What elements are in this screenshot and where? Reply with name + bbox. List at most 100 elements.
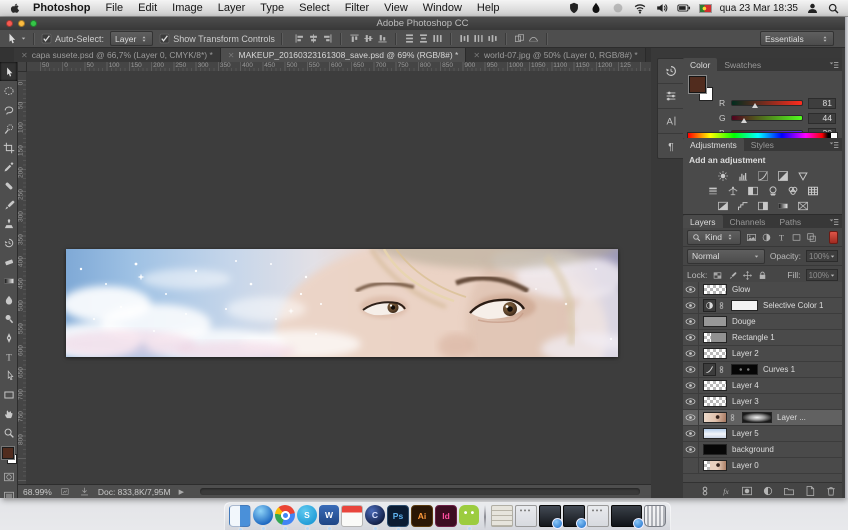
layer-effects-button[interactable]: fx (720, 485, 732, 497)
layer-row[interactable]: Layer 2 (683, 346, 842, 362)
close-tab-icon[interactable]: ✕ (21, 51, 28, 60)
hue-saturation-button[interactable] (706, 184, 720, 197)
adjustments-tab-styles[interactable]: Styles (744, 138, 781, 151)
apple-icon[interactable] (8, 2, 21, 15)
screen-mode-button[interactable] (0, 486, 17, 505)
opacity-value-box[interactable]: 100% (806, 250, 838, 262)
filter-type-icon[interactable]: T (776, 232, 787, 243)
layer-thumbnail-face-checker[interactable] (703, 460, 727, 471)
channel-mixer-button[interactable] (786, 184, 800, 197)
panel-menu-icon[interactable] (829, 218, 839, 228)
black-white-button[interactable] (746, 184, 760, 197)
layer-thumbnail-clouds[interactable] (703, 428, 727, 439)
layer-thumbnail-mask-gradient[interactable] (742, 412, 772, 423)
dock-item-minimized-window-2[interactable] (539, 505, 561, 527)
ink-drop-icon[interactable] (589, 1, 603, 15)
menu-item-type[interactable]: Type (260, 2, 284, 14)
lock-all-icon[interactable] (757, 270, 768, 281)
menubar-clock[interactable]: qua 23 Mar 18:35 (720, 3, 798, 14)
character-panel-button[interactable]: A (658, 109, 684, 134)
layer-name[interactable]: Rectangle 1 (732, 333, 775, 342)
marquee-tool-button[interactable] (0, 81, 17, 100)
layer-name[interactable]: Glow (732, 285, 750, 294)
status-flyout-arrow-icon[interactable]: ▶ (179, 488, 184, 496)
dimmed-app-icon[interactable] (611, 1, 625, 15)
quick-mask-button[interactable] (0, 467, 17, 486)
spotlight-icon[interactable] (827, 2, 840, 15)
align-left-icon[interactable] (294, 33, 305, 44)
dock-item-minimized-window-1[interactable] (515, 505, 537, 527)
color-lookup-button[interactable] (806, 184, 820, 197)
menu-item-help[interactable]: Help (477, 2, 500, 14)
distribute-middle-icon[interactable] (418, 33, 429, 44)
quick-selection-tool-button[interactable] (0, 119, 17, 138)
align-bottom-icon[interactable] (377, 33, 388, 44)
posterize-button[interactable] (736, 199, 750, 212)
apple-icon[interactable] (8, 2, 21, 15)
layer-row[interactable]: Layer ... (683, 410, 842, 426)
paragraph-panel-button[interactable]: ¶ (658, 134, 684, 158)
distribute-left-icon[interactable] (459, 33, 470, 44)
layer-thumbnail-solid-gray[interactable] (703, 316, 727, 327)
slider-thumb[interactable] (741, 118, 747, 123)
layer-thumbnail-mask-black[interactable] (731, 364, 758, 375)
filter-shape-icon[interactable] (791, 232, 802, 243)
document-tab[interactable]: ✕world-07.jpg @ 50% (Layer 0, RGB/8#) * (466, 48, 645, 62)
badge-adjustment-thumbnail[interactable] (703, 299, 716, 312)
color-tab-swatches[interactable]: Swatches (717, 58, 768, 71)
filter-smart-icon[interactable] (806, 232, 817, 243)
dock-item-minimized-window-4[interactable] (587, 505, 609, 527)
auto-select-scope-dropdown[interactable]: Layer (110, 31, 153, 46)
blend-mode-dropdown[interactable]: Normal (687, 249, 765, 264)
dock-item-minimized-window-5[interactable] (611, 505, 642, 527)
layer-visibility-toggle[interactable] (683, 394, 699, 409)
distribute-right-icon[interactable] (487, 33, 498, 44)
foreground-color-swatch[interactable] (2, 447, 14, 459)
dock-item-cinema-4d[interactable]: C (365, 505, 385, 525)
layer-group-button[interactable] (783, 485, 795, 497)
layer-name[interactable]: Layer ... (777, 413, 806, 422)
volume-icon[interactable] (655, 1, 669, 15)
filter-toggle-switch[interactable] (829, 231, 838, 244)
layer-name[interactable]: Layer 2 (732, 349, 759, 358)
layer-visibility-toggle[interactable] (683, 378, 699, 393)
layers-tab-channels[interactable]: Channels (723, 215, 773, 228)
auto-select-checkbox[interactable]: Auto-Select: (41, 33, 104, 44)
layer-row[interactable]: Layer 0 (683, 458, 842, 474)
layer-thumbnail-checker-gray[interactable] (703, 332, 727, 343)
blur-tool-button[interactable] (0, 290, 17, 309)
layer-visibility-toggle[interactable] (683, 410, 699, 425)
dock-item-safari[interactable] (253, 505, 273, 525)
history-panel-button[interactable] (658, 59, 684, 84)
badge-curves-thumbnail[interactable] (703, 363, 716, 376)
document-tab[interactable]: ✕MAKEUP_20160323161308_save.psd @ 69% (R… (221, 48, 467, 62)
dock-item-trash[interactable] (644, 505, 666, 527)
layer-row[interactable]: Layer 5 (683, 426, 842, 442)
pen-tool-button[interactable] (0, 328, 17, 347)
menu-item-image[interactable]: Image (172, 2, 203, 14)
dock-item-finder[interactable] (229, 505, 251, 527)
zoom-level[interactable]: 68.99% (23, 487, 52, 497)
layers-tab-paths[interactable]: Paths (772, 215, 808, 228)
workspace-switcher[interactable]: Essentials (760, 31, 834, 46)
layer-name[interactable]: background (732, 445, 774, 454)
layer-name[interactable]: Layer 5 (732, 429, 759, 438)
close-tab-icon[interactable]: ✕ (473, 51, 480, 60)
gradient-tool-button[interactable] (0, 271, 17, 290)
gradient-map-button[interactable] (776, 199, 790, 212)
layer-visibility-toggle[interactable] (683, 330, 699, 345)
layer-visibility-toggle[interactable] (683, 282, 699, 297)
auto-align-icon[interactable] (514, 33, 525, 44)
dock-item-skype[interactable]: S (297, 505, 317, 525)
distribute-center-icon[interactable] (473, 33, 484, 44)
layer-row[interactable]: Layer 4 (683, 378, 842, 394)
close-tab-icon[interactable]: ✕ (228, 51, 235, 60)
dock-item-android[interactable] (459, 505, 479, 525)
layer-thumbnail-face[interactable] (703, 412, 727, 423)
menu-item-window[interactable]: Window (423, 2, 462, 14)
doc-size-info[interactable]: Doc: 833,8K/7,95M (98, 487, 171, 497)
layer-thumbnail-checker[interactable] (703, 284, 727, 295)
layers-tab-layers[interactable]: Layers (683, 215, 723, 228)
levels-button[interactable] (736, 169, 750, 182)
menu-item-layer[interactable]: Layer (218, 2, 246, 14)
